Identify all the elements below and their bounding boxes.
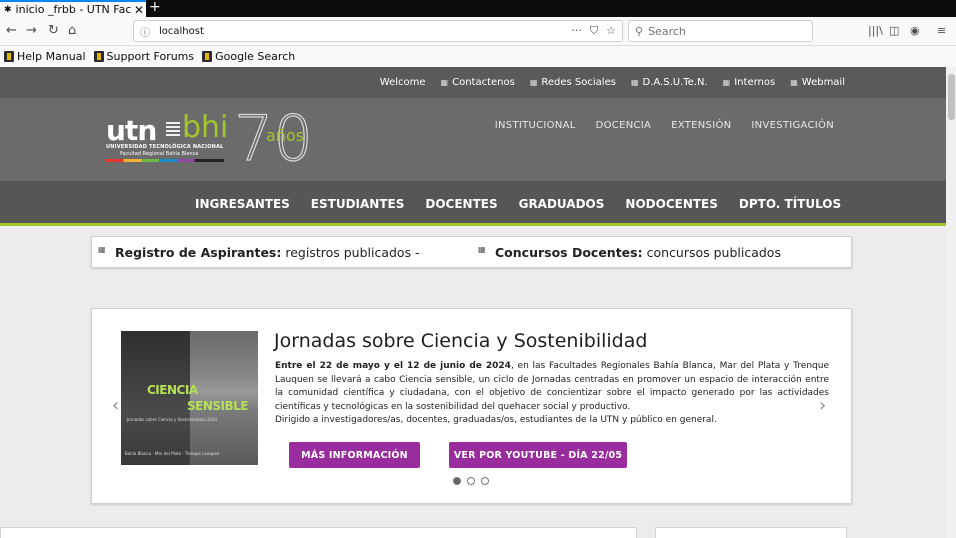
page-actions-icon[interactable]: ···	[571, 24, 582, 38]
close-tab-icon[interactable]: ✕	[132, 3, 146, 17]
browser-toolbar: ← → ↻ ⌂ ⓘ localhost ··· ⛉ ☆ ⚲ Search |||…	[0, 17, 956, 46]
reload-icon[interactable]: ↻	[48, 23, 59, 38]
image-icon: ▦	[790, 78, 798, 87]
nav-docentes[interactable]: DOCENTES	[425, 197, 497, 211]
menu-extension[interactable]: EXTENSIÓN	[671, 120, 731, 131]
sun-icon: ✱	[4, 4, 12, 15]
bookmark-google-search[interactable]: Google Search	[202, 50, 295, 63]
info-icon[interactable]: ⓘ	[134, 24, 156, 39]
carousel-dot-2[interactable]	[467, 477, 475, 485]
mas-informacion-button[interactable]: MÁS INFORMACIÓN	[289, 442, 420, 468]
image-icon: ▦	[630, 78, 639, 87]
news-carousel: ‹ › CIENCIA SENSIBLE Jornadas sobre Cien…	[91, 308, 852, 504]
new-tab-button[interactable]: +	[149, 0, 161, 15]
notice-bar: ▦ Registro de Aspirantes: registros publi…	[91, 236, 852, 268]
youtube-button[interactable]: VER POR YOUTUBE - DÍA 22/05	[449, 442, 627, 468]
scrollbar-thumb[interactable]	[948, 74, 955, 120]
bookmark-star-icon[interactable]: ☆	[606, 24, 616, 38]
url-text[interactable]: localhost	[156, 26, 571, 37]
nav-graduados[interactable]: GRADUADOS	[519, 197, 605, 211]
menu-docencia[interactable]: DOCENCIA	[596, 120, 652, 131]
notice-concursos-docentes[interactable]: ▦ Concursos Docentes: concursos publicado…	[478, 245, 781, 260]
image-icon: ▦	[98, 245, 106, 254]
back-icon[interactable]: ←	[6, 23, 17, 38]
nav-estudiantes[interactable]: ESTUDIANTES	[311, 197, 405, 211]
library-icon[interactable]: |||\	[868, 24, 883, 37]
url-bar[interactable]: ⓘ localhost ··· ⛉ ☆	[133, 20, 623, 42]
toplink-dasuten[interactable]: ▦ D.A.S.U.Te.N.	[631, 77, 708, 88]
side-card	[655, 527, 847, 538]
nav-nodocentes[interactable]: NODOCENTES	[625, 197, 717, 211]
bookmark-icon	[93, 51, 104, 62]
search-icon: ⚲	[635, 24, 644, 38]
slide-body: Entre el 22 de mayo y el 12 de junio de …	[275, 361, 829, 425]
audience-nav: INGRESANTES ESTUDIANTES DOCENTES GRADUAD…	[0, 181, 946, 226]
image-icon: ▦	[722, 78, 731, 87]
toplink-internos[interactable]: ▦ Internos	[723, 77, 776, 88]
image-icon: ▦	[440, 78, 449, 87]
page-scrollbar[interactable]	[946, 67, 956, 538]
content-card	[0, 527, 637, 538]
account-icon[interactable]: ◉	[910, 24, 920, 37]
image-icon: ▦	[478, 245, 486, 254]
bookmark-help-manual[interactable]: Help Manual	[4, 50, 86, 63]
tab-bar: ✱ inicio _frbb - UTN Facu ✕ +	[0, 0, 956, 17]
toplink-contactenos[interactable]: ▦ Contactenos	[441, 77, 515, 88]
menu-investigacion[interactable]: INVESTIGACIÓN	[751, 120, 834, 131]
nav-ingresantes[interactable]: INGRESANTES	[195, 197, 290, 211]
menu-institucional[interactable]: INSTITUCIONAL	[495, 120, 576, 131]
toplink-webmail[interactable]: ▦ Webmail	[790, 77, 845, 88]
slide-title: Jornadas sobre Ciencia y Sostenibilidad	[274, 330, 648, 352]
bookmark-support-forums[interactable]: Support Forums	[93, 50, 194, 63]
utn-logo[interactable]: utn bhi UNIVERSIDAD TECNOLÓGICA NACIONAL…	[106, 101, 326, 176]
forward-icon[interactable]: →	[26, 23, 37, 38]
toplink-welcome[interactable]: Welcome	[380, 77, 426, 88]
site-header: utn bhi UNIVERSIDAD TECNOLÓGICA NACIONAL…	[0, 98, 946, 181]
bookmarks-toolbar: Help Manual Support Forums Google Search	[0, 46, 956, 67]
slide-image[interactable]: CIENCIA SENSIBLE Jornadas sobre Ciencia …	[121, 331, 258, 465]
tab-title: inicio _frbb - UTN Facu	[15, 3, 132, 16]
bookmark-icon	[4, 51, 14, 62]
bookmark-icon	[202, 51, 213, 62]
search-placeholder: Search	[648, 24, 686, 38]
pocket-icon[interactable]: ⛉	[590, 24, 598, 38]
nav-dpto-titulos[interactable]: DPTO. TÍTULOS	[739, 197, 841, 211]
image-icon: ▦	[529, 78, 538, 87]
browser-tab[interactable]: ✱ inicio _frbb - UTN Facu ✕	[0, 0, 146, 17]
notice-registro-aspirantes[interactable]: ▦ Registro de Aspirantes: registros publi…	[98, 245, 420, 260]
search-input[interactable]: ⚲ Search	[628, 20, 813, 42]
sidebar-icon[interactable]: ◫	[889, 24, 899, 37]
toplink-redes-sociales[interactable]: ▦ Redes Sociales	[530, 77, 616, 88]
carousel-dot-3[interactable]	[481, 477, 489, 485]
carousel-prev-icon[interactable]: ‹	[112, 395, 119, 416]
web-page: Welcome ▦ Contactenos ▦ Redes Sociales ▦ D.…	[0, 67, 946, 538]
home-icon[interactable]: ⌂	[68, 23, 76, 38]
top-link-strip: Welcome ▦ Contactenos ▦ Redes Sociales ▦ D.…	[0, 67, 946, 98]
main-menu: INSTITUCIONAL DOCENCIA EXTENSIÓN INVESTI…	[495, 120, 834, 131]
carousel-dot-1[interactable]	[453, 477, 461, 485]
menu-icon[interactable]: ≡	[937, 24, 946, 37]
carousel-dots	[453, 477, 489, 485]
